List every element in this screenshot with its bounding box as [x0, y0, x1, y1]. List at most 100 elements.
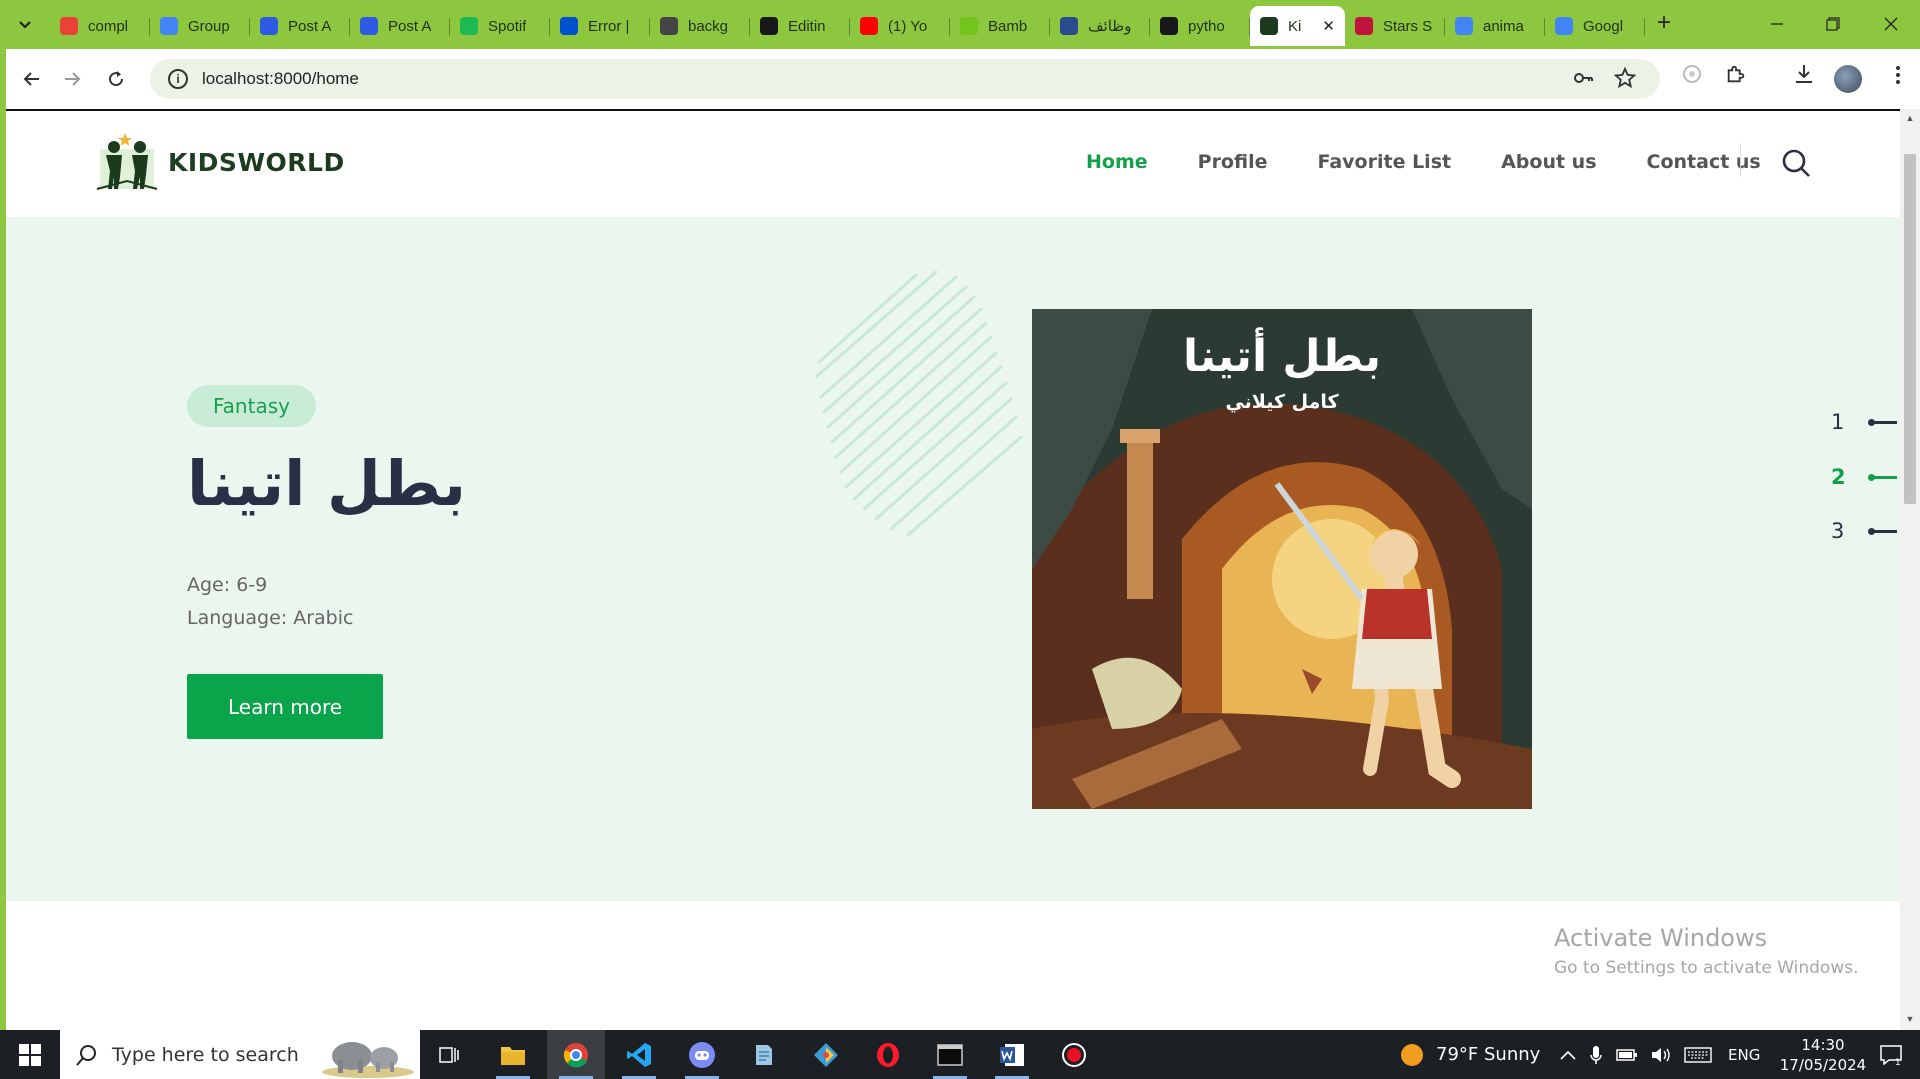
url-text[interactable]: localhost:8000/home [202, 69, 359, 89]
book-cover-image[interactable]: بطل أتينا كامل كيلاني [1032, 309, 1532, 809]
word-icon[interactable] [983, 1030, 1041, 1079]
learn-more-button[interactable]: Learn more [187, 674, 383, 739]
browser-tab[interactable]: backg [650, 6, 750, 46]
slide-indicator-2[interactable]: 2 [1831, 462, 1900, 492]
input-language[interactable]: ENG [1728, 1046, 1760, 1064]
bamboo-icon [960, 17, 978, 35]
address-bar[interactable]: i localhost:8000/home [150, 59, 1660, 99]
book-language: Language: Arabic [187, 607, 354, 629]
zoom-icon [260, 17, 278, 35]
battery-icon[interactable] [1616, 1048, 1638, 1062]
browser-tab[interactable]: Googl [1545, 6, 1645, 46]
git-app-icon[interactable] [797, 1030, 855, 1079]
cover-author-text: كامل كيلاني [1225, 391, 1339, 413]
tab-search-chevron-icon[interactable] [8, 10, 42, 40]
slide-indicator-1[interactable]: 1 [1831, 407, 1900, 437]
notes-app-icon[interactable] [735, 1030, 793, 1079]
site-icon [1060, 17, 1078, 35]
site-info-icon[interactable]: i [168, 69, 188, 89]
browser-tab[interactable]: compl [50, 6, 150, 46]
scrollbar-thumb[interactable] [1904, 154, 1916, 504]
decorative-scribble [816, 270, 1023, 537]
forward-button[interactable] [56, 63, 88, 95]
terminal-icon[interactable] [921, 1030, 979, 1079]
browser-tab[interactable]: Bamb [950, 6, 1050, 46]
logo-text-world: WORLD [237, 147, 345, 177]
browser-tab[interactable]: Spotif [450, 6, 550, 46]
browser-tab[interactable]: Editin [750, 6, 850, 46]
browser-tab[interactable]: Error | [550, 6, 650, 46]
discord-icon[interactable] [673, 1030, 731, 1079]
vscode-icon[interactable] [610, 1030, 668, 1079]
menu-kebab-icon[interactable] [1882, 63, 1914, 95]
nav-about-us[interactable]: About us [1501, 151, 1596, 173]
close-tab-icon[interactable]: ✕ [1322, 17, 1335, 35]
profile-avatar[interactable] [1834, 65, 1862, 93]
scroll-up-arrow-icon[interactable]: ▲ [1904, 113, 1916, 125]
google-icon [1455, 17, 1473, 35]
start-button[interactable] [0, 1030, 60, 1079]
nav-favorite-list[interactable]: Favorite List [1317, 151, 1451, 173]
minimize-button[interactable] [1752, 8, 1802, 40]
spotify-icon [460, 17, 478, 35]
browser-tab[interactable]: Group [150, 6, 250, 46]
notifications-icon[interactable]: 1 [1862, 1030, 1920, 1079]
microphone-icon[interactable] [1590, 1045, 1602, 1065]
weather-widget[interactable]: 79°F Sunny [1400, 1030, 1540, 1079]
reload-button[interactable] [100, 63, 132, 95]
tab-title: compl [88, 17, 129, 35]
show-hidden-icons-chevron-icon[interactable] [1560, 1050, 1576, 1060]
browser-tab[interactable]: pytho [1150, 6, 1250, 46]
new-tab-button[interactable]: + [1652, 11, 1676, 36]
nav-home[interactable]: Home [1086, 151, 1148, 173]
browser-tab[interactable]: Post A [250, 6, 350, 46]
browser-tab[interactable]: Stars S [1345, 6, 1445, 46]
site-search-icon[interactable] [1780, 147, 1812, 179]
volume-icon[interactable] [1650, 1046, 1672, 1064]
extension-spinner-icon[interactable] [1676, 63, 1708, 95]
bookmark-star-icon[interactable] [1612, 66, 1638, 93]
sun-icon [1401, 1043, 1423, 1066]
page-scrollbar[interactable]: ▲ ▼ [1900, 109, 1920, 1030]
opera-icon[interactable] [859, 1030, 917, 1079]
book-age: Age: 6-9 [187, 574, 268, 596]
weather-text: 79°F Sunny [1436, 1044, 1541, 1065]
logo-text: KIDSWORLD [168, 148, 345, 177]
activate-windows-title: Activate Windows [1554, 924, 1768, 952]
browser-tab[interactable]: (1) Yo [850, 6, 950, 46]
page-viewport: KIDSWORLD Home Profile Favorite List Abo… [6, 109, 1900, 1030]
tab-title: Post A [288, 17, 332, 35]
tab-title: (1) Yo [888, 17, 928, 35]
logo-text-kids: KIDS [168, 147, 238, 177]
download-icon[interactable] [1788, 63, 1820, 95]
keyboard-icon[interactable] [1684, 1046, 1712, 1063]
back-button[interactable] [16, 63, 48, 95]
restore-button[interactable] [1808, 8, 1858, 40]
browser-tab-active[interactable]: Ki ✕ [1250, 6, 1345, 46]
slide-indicator-3[interactable]: 3 [1831, 516, 1900, 546]
browser-tab[interactable]: وظائف [1050, 6, 1150, 46]
book-title: بطل اتينا [187, 447, 467, 520]
scroll-down-arrow-icon[interactable]: ▼ [1904, 1014, 1916, 1026]
slide-number: 2 [1831, 465, 1846, 489]
extensions-puzzle-icon[interactable] [1720, 63, 1752, 95]
chrome-icon[interactable] [547, 1030, 605, 1079]
tab-title: Bamb [988, 17, 1028, 35]
password-key-icon[interactable] [1570, 67, 1596, 93]
browser-tab[interactable]: Post A [350, 6, 450, 46]
windows-taskbar: Type here to search 79°F Sunny ENG 14:30… [0, 1030, 1920, 1079]
browser-tab[interactable]: anima [1445, 6, 1545, 46]
file-explorer-icon[interactable] [484, 1030, 542, 1079]
browser-tab-strip: compl Group Post A Post A Spotif Error | backg… [0, 0, 1920, 49]
nav-profile[interactable]: Profile [1198, 151, 1268, 173]
task-view-icon[interactable] [420, 1030, 478, 1079]
taskbar-search-placeholder[interactable]: Type here to search [112, 1044, 299, 1066]
close-window-button[interactable] [1866, 8, 1916, 40]
spotify-dark-icon [1160, 17, 1178, 35]
tab-title: Ki [1288, 17, 1302, 35]
nav-contact-us[interactable]: Contact us [1647, 151, 1761, 173]
zoom-icon [360, 17, 378, 35]
site-logo[interactable]: KIDSWORLD [92, 131, 345, 193]
screen-recorder-icon[interactable] [1045, 1030, 1103, 1079]
tab-list: compl Group Post A Post A Spotif Error | backg… [50, 6, 1645, 49]
